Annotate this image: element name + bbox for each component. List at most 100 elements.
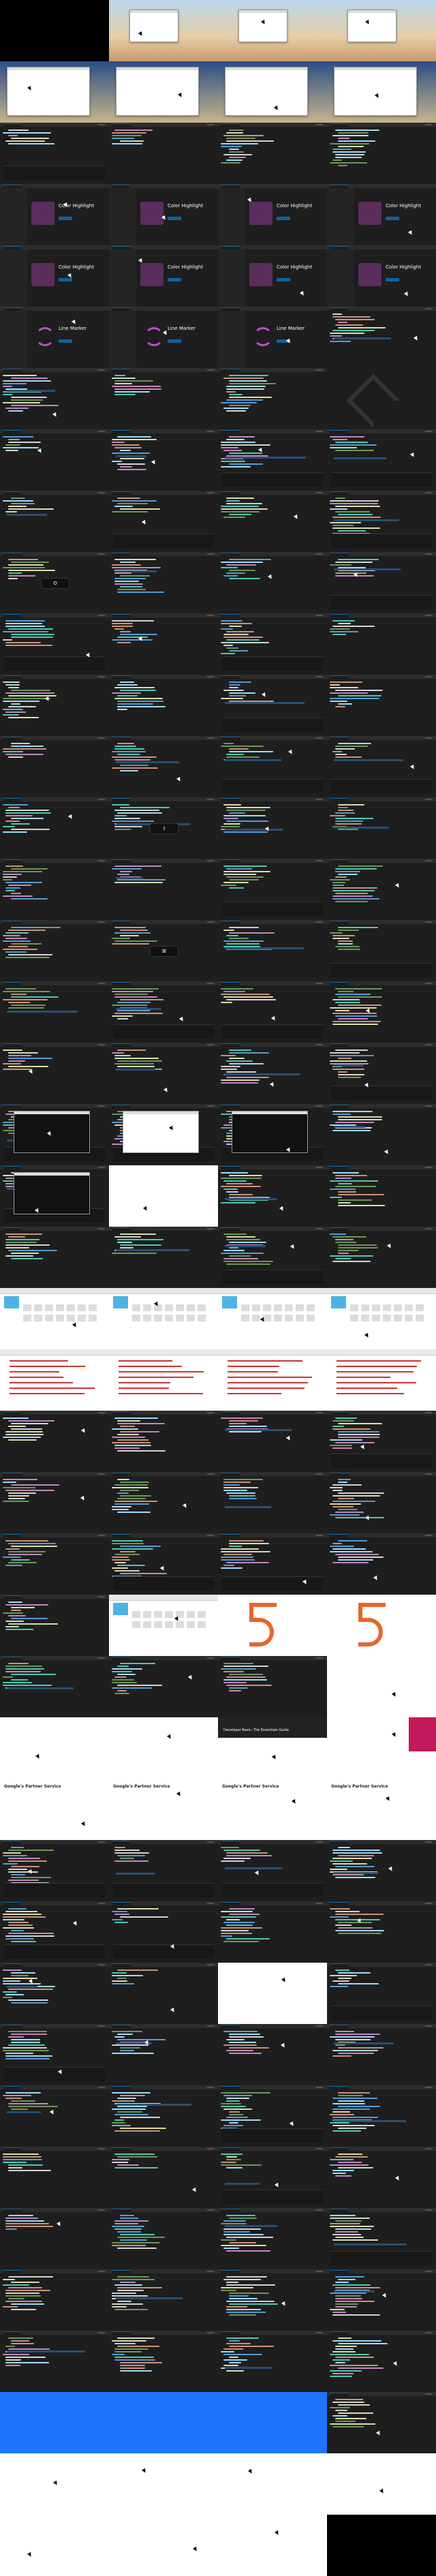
code-lines[interactable] <box>330 1540 433 1591</box>
editor-actions[interactable] <box>98 124 105 125</box>
editor-actions[interactable] <box>316 799 323 800</box>
code-lines[interactable] <box>330 804 433 855</box>
terminal-panel[interactable] <box>113 534 214 548</box>
finder-window[interactable] <box>116 67 199 116</box>
editor-tab[interactable] <box>221 798 240 801</box>
editor-actions[interactable] <box>425 1473 432 1475</box>
editor-tab[interactable] <box>3 369 22 372</box>
editor-tab-bar[interactable] <box>218 2269 327 2273</box>
extensions-sidebar[interactable] <box>327 188 354 245</box>
editor-tab[interactable] <box>221 1473 240 1476</box>
editor-tab[interactable] <box>330 798 349 801</box>
site-logo[interactable] <box>4 1296 19 1308</box>
editor-tab[interactable] <box>330 1841 349 1844</box>
editor-tab-bar[interactable] <box>327 675 436 679</box>
editor-tab-bar[interactable] <box>109 2269 218 2273</box>
editor-tab-bar[interactable] <box>0 429 109 433</box>
editor-tab-bar[interactable] <box>218 859 327 863</box>
code-lines[interactable] <box>112 1969 215 2020</box>
editor-actions[interactable] <box>425 124 432 125</box>
editor-actions[interactable] <box>425 553 432 555</box>
terminal-panel[interactable] <box>222 1024 323 1039</box>
editor-tab-bar[interactable] <box>218 2085 327 2089</box>
editor-tab-bar[interactable] <box>327 1227 436 1231</box>
editor-actions[interactable] <box>316 1228 323 1229</box>
editor-tab[interactable] <box>330 2393 349 2396</box>
code-lines[interactable] <box>330 988 433 1039</box>
editor-tab-bar[interactable] <box>218 2147 327 2151</box>
editor-actions[interactable] <box>316 615 323 616</box>
app-window[interactable] <box>347 10 396 42</box>
editor-actions[interactable] <box>207 676 214 677</box>
editor-tab[interactable] <box>3 185 22 188</box>
editor-tab-bar[interactable] <box>109 2147 218 2151</box>
editor-actions[interactable] <box>316 2087 323 2088</box>
editor-tab-bar[interactable] <box>327 920 436 924</box>
editor-actions[interactable] <box>98 2271 105 2272</box>
terminal-panel[interactable] <box>222 656 323 671</box>
editor-tab[interactable] <box>112 1227 131 1231</box>
code-lines[interactable] <box>221 1908 324 1959</box>
editor-tab[interactable] <box>3 1411 22 1415</box>
editor-actions[interactable] <box>98 737 105 739</box>
editor-actions[interactable] <box>316 1657 323 1659</box>
editor-tab-bar[interactable] <box>109 491 218 495</box>
editor-tab[interactable] <box>112 2147 131 2151</box>
editor-actions[interactable] <box>316 492 323 493</box>
editor-tab-bar[interactable] <box>327 2208 436 2212</box>
finder-window[interactable] <box>334 67 417 116</box>
editor-tab-bar[interactable] <box>0 675 109 679</box>
editor-tab-bar[interactable] <box>327 613 436 617</box>
editor-tab-bar[interactable] <box>327 245 436 249</box>
editor-tab-bar[interactable] <box>218 1043 327 1047</box>
editor-actions[interactable] <box>207 2209 214 2211</box>
code-lines[interactable] <box>3 2215 106 2265</box>
editor-actions[interactable] <box>425 2332 432 2333</box>
editor-tab-bar[interactable] <box>327 491 436 495</box>
editor-tab[interactable] <box>112 737 131 740</box>
code-lines[interactable] <box>3 1417 106 1468</box>
editor-tab-bar[interactable] <box>0 1104 109 1108</box>
editor-tab[interactable] <box>221 614 240 617</box>
code-lines[interactable] <box>112 2276 215 2327</box>
editor-actions[interactable] <box>98 1903 105 1904</box>
editor-tab[interactable] <box>330 430 349 433</box>
editor-actions[interactable] <box>316 983 323 984</box>
editor-actions[interactable] <box>207 1903 214 1904</box>
code-lines[interactable] <box>3 1479 106 1529</box>
editor-tab-bar[interactable] <box>218 1656 327 1660</box>
window-title-bar[interactable] <box>239 10 287 13</box>
editor-actions[interactable] <box>316 1841 323 1843</box>
extensions-sidebar[interactable] <box>0 311 27 368</box>
code-lines[interactable] <box>3 865 106 916</box>
code-lines[interactable] <box>221 2337 324 2388</box>
code-lines[interactable] <box>112 681 215 732</box>
code-lines[interactable] <box>112 1663 215 1713</box>
editor-tab[interactable] <box>112 246 131 249</box>
editor-tab[interactable] <box>330 307 349 311</box>
editor-actions[interactable] <box>98 2148 105 2149</box>
editor-tab-bar[interactable] <box>0 920 109 924</box>
editor-tab[interactable] <box>112 1657 131 1660</box>
code-lines[interactable] <box>112 2337 215 2388</box>
install-button[interactable] <box>168 278 181 281</box>
editor-tab-bar[interactable] <box>0 123 109 127</box>
window-title-bar[interactable] <box>7 67 89 70</box>
editor-tab[interactable] <box>3 675 22 679</box>
editor-tab-bar[interactable] <box>218 1533 327 1537</box>
editor-tab[interactable] <box>330 2331 349 2335</box>
editor-actions[interactable] <box>316 553 323 555</box>
editor-actions[interactable] <box>316 2332 323 2333</box>
terminal-panel[interactable] <box>222 472 323 487</box>
editor-actions[interactable] <box>425 2025 432 2027</box>
editor-tab-bar[interactable] <box>218 1104 327 1108</box>
editor-tab[interactable] <box>221 1411 240 1415</box>
editor-tab-bar[interactable] <box>327 2269 436 2273</box>
editor-actions[interactable] <box>425 1841 432 1843</box>
editor-tab-bar[interactable] <box>327 429 436 433</box>
editor-tab-bar[interactable] <box>0 307 109 311</box>
editor-actions[interactable] <box>316 1105 323 1107</box>
terminal-panel[interactable] <box>222 902 323 916</box>
editor-tab[interactable] <box>112 491 131 495</box>
editor-actions[interactable] <box>425 308 432 309</box>
